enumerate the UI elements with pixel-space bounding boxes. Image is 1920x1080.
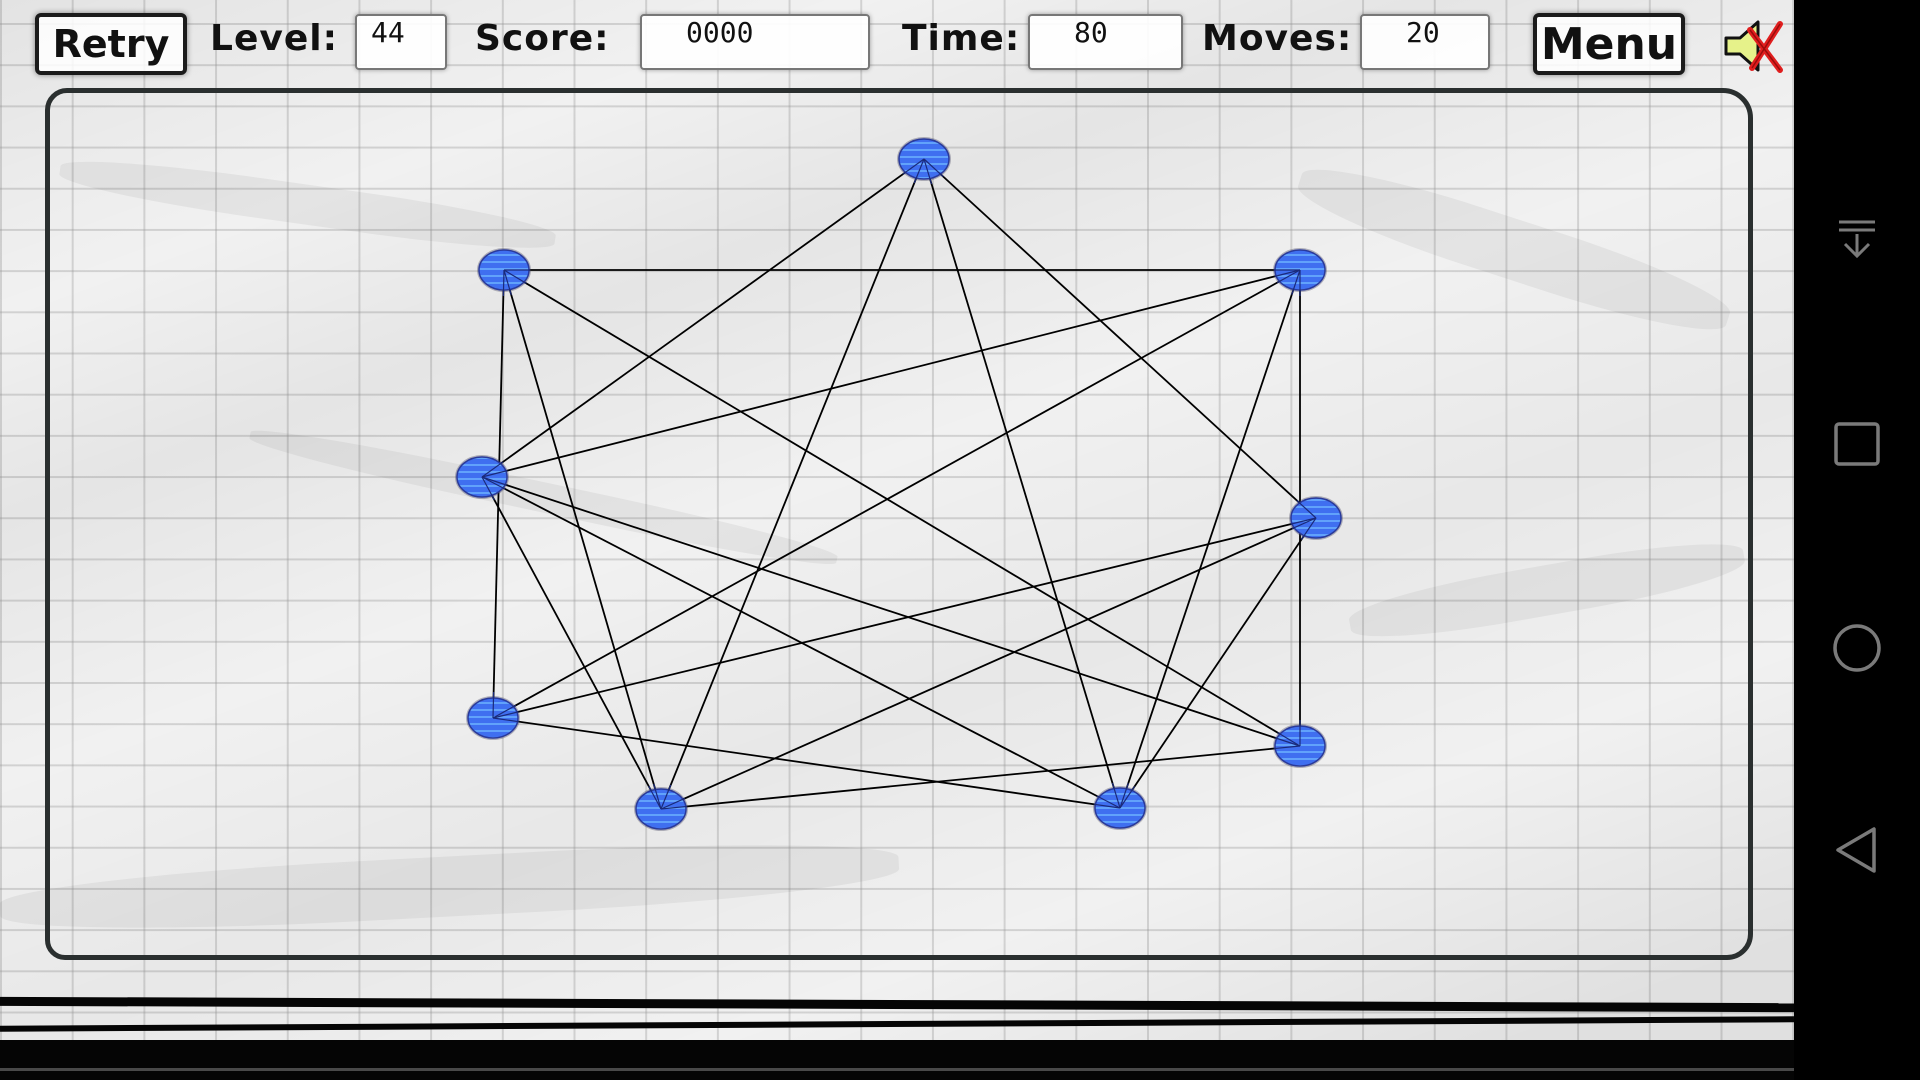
- edges-layer: [481, 158, 1317, 810]
- score-field: 0000: [640, 14, 870, 70]
- edge-C-I: [1119, 269, 1301, 809]
- edge-A-E: [923, 158, 1317, 519]
- edge-C-F: [492, 269, 1301, 719]
- score-label: Score:: [475, 18, 610, 59]
- retry-label: Retry: [52, 22, 170, 66]
- system-navigation-bar: [1794, 0, 1920, 1080]
- recents-button[interactable]: [1827, 414, 1887, 474]
- edge-A-H: [660, 158, 925, 810]
- back-icon: [1836, 827, 1876, 873]
- edge-C-D: [481, 269, 1301, 478]
- time-value: 80: [1074, 16, 1108, 49]
- edge-stub-F-B: [492, 691, 495, 719]
- retry-button[interactable]: Retry: [35, 13, 187, 75]
- level-label: Level:: [210, 18, 338, 59]
- moves-label: Moves:: [1202, 18, 1353, 59]
- graph-board: [455, 137, 1343, 831]
- home-icon: [1833, 624, 1881, 672]
- moves-field: 20: [1360, 14, 1490, 70]
- level-field: 44: [355, 14, 447, 70]
- moves-value: 20: [1406, 16, 1440, 49]
- time-label: Time:: [902, 18, 1021, 59]
- game-screen: Retry Level: 44 Score: 0000 Time: 80 Mov…: [0, 0, 1794, 1080]
- collapse-icon: [1839, 220, 1875, 259]
- collapse-button[interactable]: [1827, 210, 1887, 270]
- edge-stub-B-F: [502, 269, 505, 297]
- edge-B-G: [503, 269, 1301, 747]
- score-value: 0000: [686, 16, 754, 49]
- sound-toggle-button[interactable]: [1722, 14, 1792, 78]
- level-value: 44: [371, 16, 405, 49]
- menu-button[interactable]: Menu: [1533, 13, 1685, 75]
- speaker-muted-icon: [1724, 20, 1783, 73]
- menu-label: Menu: [1540, 18, 1678, 70]
- time-field: 80: [1028, 14, 1183, 70]
- edge-A-I: [923, 158, 1121, 809]
- recents-icon: [1834, 422, 1880, 466]
- edge-F-E: [492, 517, 1317, 719]
- nodes-layer: [455, 137, 1343, 831]
- home-button[interactable]: [1827, 618, 1887, 678]
- back-button[interactable]: [1827, 820, 1887, 880]
- edge-A-D: [481, 158, 925, 478]
